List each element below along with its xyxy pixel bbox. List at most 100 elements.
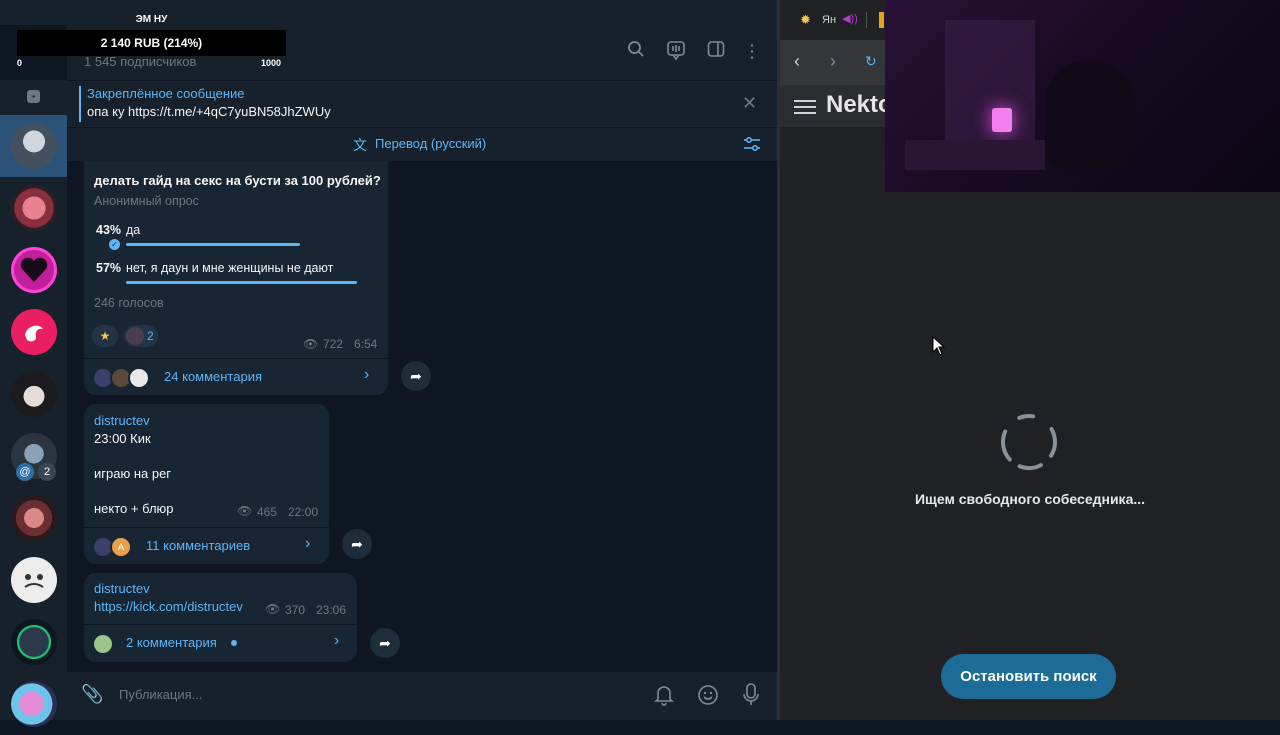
- translate-bar[interactable]: 文 Перевод (русский): [67, 128, 777, 161]
- live-stream-icon[interactable]: [665, 40, 687, 62]
- channel-message: distructev 23:00 Кик играю на рег некто …: [84, 404, 329, 564]
- chevron-right-icon: ›: [305, 535, 311, 552]
- webcam-lamp: [992, 108, 1012, 132]
- chevron-right-icon: ›: [334, 632, 340, 649]
- chat-item-4[interactable]: [0, 301, 67, 363]
- chat-item-2[interactable]: [0, 177, 67, 239]
- poll-question: делать гайд на секс на бусти за 100 рубл…: [94, 173, 381, 188]
- chat-item-3[interactable]: [0, 239, 67, 301]
- poll-option-label: да: [126, 223, 141, 237]
- speaker-icon[interactable]: ◀)): [842, 12, 858, 25]
- browser-tab-label[interactable]: Ян: [822, 14, 836, 26]
- reload-icon[interactable]: ↻: [865, 53, 877, 70]
- share-button[interactable]: ➦: [342, 529, 372, 559]
- webcam-person: [1045, 60, 1135, 170]
- message-link[interactable]: https://kick.com/distructev: [94, 599, 243, 614]
- message-line: играю на рег: [94, 466, 172, 481]
- tab-favicon-icon[interactable]: [879, 12, 884, 28]
- star-reaction-icon[interactable]: ★: [92, 325, 118, 347]
- avatar: [11, 123, 57, 169]
- poll-option-percent: 43%: [96, 223, 122, 237]
- avatar: [92, 633, 114, 655]
- mouse-cursor-icon: [932, 335, 946, 361]
- chat-item-10[interactable]: [0, 673, 67, 735]
- donation-goal-overlay: ЭМ НУ 2 140 RUB (214%) 0 1000: [17, 14, 286, 72]
- chat-item-6[interactable]: @ 2: [0, 425, 67, 487]
- poll-type: Анонимный опрос: [94, 194, 199, 208]
- lock-icon[interactable]: ▪: [27, 90, 40, 103]
- attach-icon[interactable]: 📎: [81, 684, 103, 705]
- chat-item-8[interactable]: [0, 549, 67, 611]
- pinned-text: опа ку https://t.me/+4qC7yuBN58JhZWUy: [87, 104, 331, 119]
- back-icon[interactable]: ‹: [794, 51, 800, 72]
- chat-item-5[interactable]: [0, 363, 67, 425]
- unread-dot: [231, 640, 237, 646]
- pinned-title: Закреплённое сообщение: [87, 86, 245, 101]
- message-composer: 📎 Публикация...: [67, 672, 777, 720]
- message-input[interactable]: Публикация...: [119, 687, 202, 702]
- view-count: 370: [285, 603, 306, 617]
- channel-message: distructev https://kick.com/distructev 👁…: [84, 573, 357, 662]
- chat-item-9[interactable]: [0, 611, 67, 673]
- webcam-desk: [905, 140, 1045, 170]
- view-count: 465: [257, 505, 278, 519]
- poll-option-bar: [126, 281, 357, 284]
- avatar: [11, 247, 57, 293]
- poll-option-bar: [126, 243, 300, 246]
- message-line: некто + блюр: [94, 501, 174, 516]
- bell-icon[interactable]: [654, 684, 674, 711]
- hamburger-menu-icon[interactable]: [794, 99, 816, 120]
- comments-label: 24 комментария: [164, 369, 262, 384]
- comments-row[interactable]: A 11 комментариев ›: [84, 527, 329, 563]
- avatar: [11, 495, 57, 541]
- webcam-overlay: [885, 0, 1280, 192]
- microphone-icon[interactable]: [742, 683, 760, 712]
- eye-icon: 👁: [265, 602, 281, 616]
- search-icon[interactable]: [625, 40, 647, 62]
- poll-message: делать гайд на секс на бусти за 100 рубл…: [84, 161, 388, 395]
- reaction-count: 2: [147, 329, 154, 343]
- eye-icon: 👁: [303, 337, 319, 351]
- site-logo[interactable]: Nekto: [826, 91, 893, 119]
- message-author[interactable]: distructev: [94, 581, 150, 596]
- stop-search-button[interactable]: Остановить поиск: [941, 654, 1116, 699]
- message-time: 23:06: [316, 603, 347, 617]
- sidebar-toggle-icon[interactable]: [705, 40, 727, 62]
- avatar: [126, 327, 144, 345]
- share-button[interactable]: ➦: [370, 628, 400, 658]
- pinned-message-bar[interactable]: Закреплённое сообщение опа ку https://t.…: [67, 80, 777, 127]
- more-menu-icon[interactable]: ⋮: [741, 40, 763, 62]
- chat-item-1[interactable]: [0, 115, 67, 177]
- donation-goal-bar: 2 140 RUB (214%): [17, 30, 286, 56]
- comments-row[interactable]: 24 комментария ›: [84, 358, 388, 394]
- telegram-window: — ☐ ✕ ⋮ 1 545 подписчиков ЭМ НУ 2 140 RU…: [0, 0, 777, 727]
- avatar: [11, 557, 57, 603]
- loading-spinner-icon: [999, 412, 1059, 477]
- donation-goal-max: 1000: [261, 58, 282, 68]
- avatar: A: [110, 536, 132, 558]
- emoji-icon[interactable]: [697, 684, 719, 711]
- forward-icon[interactable]: ›: [830, 51, 836, 72]
- avatar: [11, 185, 57, 231]
- message-time: 22:00: [288, 505, 319, 519]
- unread-badge: 2: [38, 463, 56, 481]
- translate-label[interactable]: Перевод (русский): [375, 136, 486, 151]
- chat-item-7[interactable]: [0, 487, 67, 549]
- message-author[interactable]: distructev: [94, 413, 150, 428]
- translate-settings-icon[interactable]: [743, 136, 761, 157]
- avatar: [11, 309, 57, 355]
- poll-option-percent: 57%: [96, 261, 122, 275]
- avatar: [11, 371, 57, 417]
- search-status: Ищем свободного собеседника...: [914, 491, 1146, 507]
- translate-icon: 文: [353, 137, 367, 153]
- reaction-chip[interactable]: 2: [124, 325, 158, 347]
- poll-votes: 246 голосов: [94, 296, 164, 310]
- comments-label: 2 комментария: [126, 635, 217, 650]
- comments-label: 11 комментариев: [146, 538, 251, 553]
- close-pinned-icon[interactable]: ✕: [742, 93, 757, 114]
- share-button[interactable]: ➦: [401, 361, 431, 391]
- avatar: [128, 367, 150, 389]
- comments-row[interactable]: 2 комментария ›: [84, 624, 357, 660]
- message-time: 6:54: [354, 337, 378, 351]
- eye-icon: 👁: [237, 504, 253, 518]
